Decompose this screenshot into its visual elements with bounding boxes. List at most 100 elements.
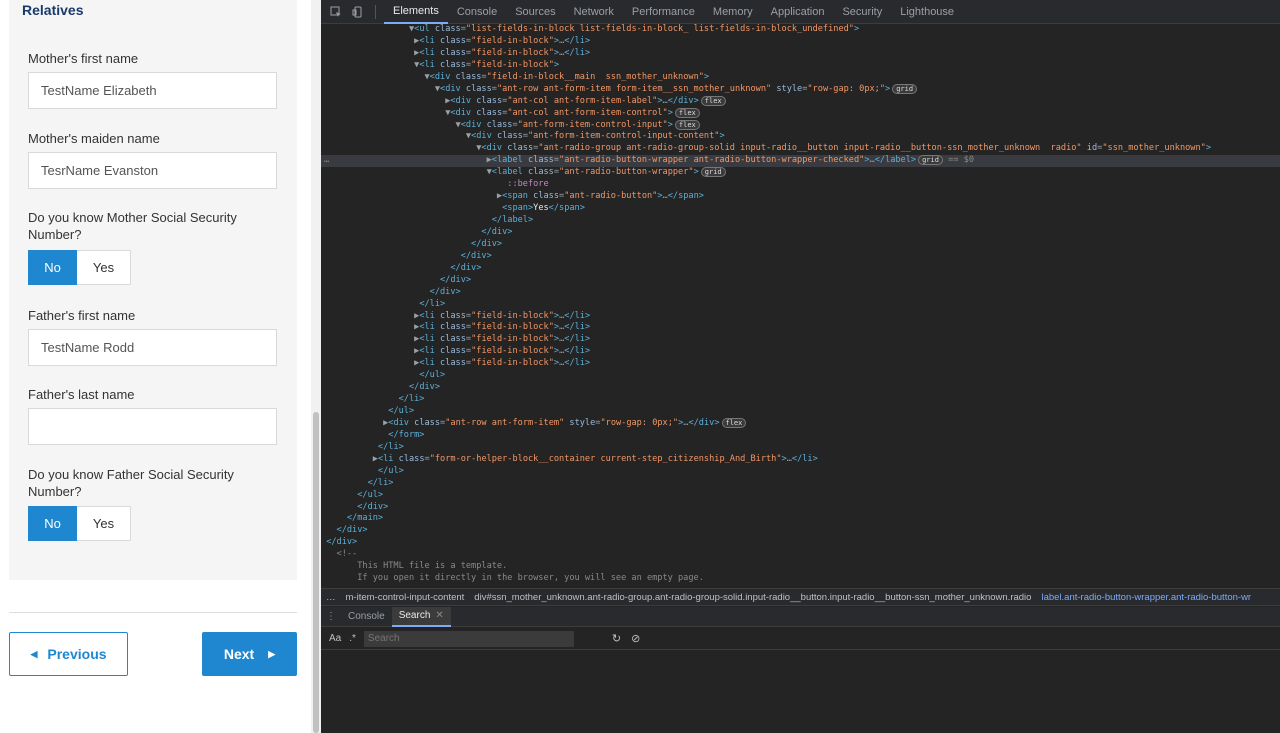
dom-comment[interactable]: If you open it directly in the browser, …	[321, 573, 1280, 585]
tab-memory[interactable]: Memory	[704, 0, 762, 24]
dom-node[interactable]: ▼<div class="ant-form-item-control-input…	[321, 131, 1280, 143]
regex-toggle[interactable]: .*	[349, 633, 356, 644]
dom-node[interactable]: ::before	[321, 179, 1280, 191]
dom-node[interactable]: </div>	[321, 251, 1280, 263]
dom-node[interactable]: ▼<label class="ant-radio-button-wrapper"…	[321, 167, 1280, 179]
match-case-toggle[interactable]: Aa	[329, 633, 341, 644]
father-first-name-input[interactable]: TestName Rodd	[28, 329, 277, 366]
tab-performance[interactable]: Performance	[623, 0, 704, 24]
app-scrollbar-thumb[interactable]	[313, 412, 319, 733]
next-button[interactable]: Next ▶	[202, 632, 297, 676]
father-last-name-label: Father's last name	[28, 387, 135, 402]
mother-first-name-input[interactable]: TestName Elizabeth	[28, 72, 277, 109]
tab-network[interactable]: Network	[565, 0, 623, 24]
drawer-tab-console[interactable]: Console	[341, 607, 392, 627]
mother-ssn-radio-group: No Yes	[28, 250, 131, 285]
dom-node[interactable]: ▶<li class="field-in-block">…</li>	[321, 36, 1280, 48]
previous-button[interactable]: ◀ Previous	[9, 632, 128, 676]
dom-node[interactable]: ▶<li class="field-in-block">…</li>	[321, 346, 1280, 358]
dom-node[interactable]: ▶<li class="field-in-block">…</li>	[321, 48, 1280, 60]
dom-node[interactable]: </div>	[321, 382, 1280, 394]
dom-comment[interactable]: This HTML file is a template.	[321, 561, 1280, 573]
dom-node[interactable]: </div>	[321, 263, 1280, 275]
dom-node[interactable]: </div>	[321, 239, 1280, 251]
dom-node[interactable]: </div>	[321, 287, 1280, 299]
more-options-icon[interactable]: ⋮	[321, 611, 341, 622]
breadcrumb-item[interactable]: div#ssn_mother_unknown.ant-radio-group.a…	[469, 592, 1036, 603]
father-ssn-no-button[interactable]: No	[28, 506, 77, 541]
dom-node[interactable]: ▼<div class="field-in-block__main ssn_mo…	[321, 72, 1280, 84]
dom-node[interactable]: </ul>	[321, 370, 1280, 382]
dom-node[interactable]: </main>	[321, 513, 1280, 525]
dom-node[interactable]: ▶<li class="form-or-helper-block__contai…	[321, 454, 1280, 466]
search-input[interactable]	[363, 630, 574, 647]
dom-node[interactable]: ▼<div class="ant-col ant-form-item-contr…	[321, 107, 1280, 120]
breadcrumb-item-selected[interactable]: label.ant-radio-button-wrapper.ant-radio…	[1036, 592, 1256, 603]
mother-maiden-name-label: Mother's maiden name	[28, 131, 160, 146]
dom-node[interactable]: </li>	[321, 394, 1280, 406]
tab-security[interactable]: Security	[833, 0, 891, 24]
dom-node[interactable]: </label>	[321, 215, 1280, 227]
dom-node[interactable]: ▼<ul class="list-fields-in-block list-fi…	[321, 24, 1280, 36]
dom-node[interactable]: </div>	[321, 275, 1280, 287]
dom-node[interactable]: </div>	[321, 227, 1280, 239]
father-ssn-yes-button[interactable]: Yes	[77, 506, 131, 541]
dom-node[interactable]: ▶<div class="ant-col ant-form-item-label…	[321, 95, 1280, 108]
dom-node[interactable]: ▶<li class="field-in-block">…</li>	[321, 334, 1280, 346]
dom-tree[interactable]: ▼<ul class="list-fields-in-block list-fi…	[321, 24, 1280, 588]
previous-button-label: Previous	[47, 646, 107, 662]
mother-ssn-no-button[interactable]: No	[28, 250, 77, 285]
refresh-icon[interactable]: ↻	[612, 632, 621, 645]
mother-ssn-question: Do you know Mother Social Security Numbe…	[28, 210, 237, 242]
dom-node[interactable]: ▶<div class="ant-row ant-form-item" styl…	[321, 417, 1280, 430]
dom-node[interactable]: ▼<li class="field-in-block">	[321, 60, 1280, 72]
dom-node[interactable]: </ul>	[321, 406, 1280, 418]
device-toggle-icon[interactable]	[351, 5, 365, 19]
dom-node[interactable]: ▶<li class="field-in-block">…</li>	[321, 311, 1280, 323]
clear-icon[interactable]: ⊘	[631, 632, 640, 645]
father-last-name-input[interactable]	[28, 408, 277, 445]
tab-console[interactable]: Console	[448, 0, 506, 24]
section-title: Relatives	[22, 2, 84, 18]
dom-node[interactable]: </ul>	[321, 466, 1280, 478]
tab-application[interactable]: Application	[762, 0, 834, 24]
father-ssn-radio-group: No Yes	[28, 506, 131, 541]
dom-node[interactable]: ▶<span class="ant-radio-button">…</span>	[321, 191, 1280, 203]
dom-node-selected[interactable]: … ▶<label class="ant-radio-button-wrappe…	[321, 155, 1280, 168]
chevron-left-icon: ◀	[30, 648, 38, 659]
tab-sources[interactable]: Sources	[506, 0, 564, 24]
dom-node[interactable]: </ul>	[321, 490, 1280, 502]
close-icon[interactable]: ✕	[435, 610, 443, 621]
breadcrumb-overflow[interactable]: …	[321, 592, 341, 603]
dom-node[interactable]: ▼<div class="ant-row ant-form-item form-…	[321, 83, 1280, 96]
dom-node[interactable]: </li>	[321, 442, 1280, 454]
selected-node-marker: == $0	[948, 155, 975, 166]
breadcrumb-item[interactable]: m-item-control-input-content	[341, 592, 470, 603]
dom-node[interactable]: ▼<div class="ant-radio-group ant-radio-g…	[321, 143, 1280, 155]
dom-node[interactable]: </div>	[321, 537, 1280, 549]
devtools-panel: Elements Console Sources Network Perform…	[321, 0, 1280, 733]
drawer-tab-search[interactable]: Search ✕	[391, 606, 451, 627]
dom-node[interactable]: ▶<li class="field-in-block">…</li>	[321, 358, 1280, 370]
dom-node[interactable]: </li>	[321, 478, 1280, 490]
mother-maiden-name-input[interactable]: TesrName Evanston	[28, 152, 277, 189]
dom-node[interactable]: <!--	[321, 549, 1280, 561]
divider	[9, 612, 297, 613]
drawer-tab-search-label: Search	[398, 610, 431, 621]
dom-node[interactable]: </form>	[321, 430, 1280, 442]
tab-lighthouse[interactable]: Lighthouse	[891, 0, 963, 24]
mother-first-name-label: Mother's first name	[28, 51, 139, 66]
dom-node[interactable]: </div>	[321, 525, 1280, 537]
dom-node[interactable]: <span>Yes</span>	[321, 203, 1280, 215]
app-scrollbar[interactable]	[311, 0, 321, 733]
mother-ssn-yes-button[interactable]: Yes	[77, 250, 131, 285]
dom-node[interactable]: </li>	[321, 299, 1280, 311]
dom-node[interactable]: </div>	[321, 502, 1280, 514]
dom-node[interactable]: ▼<div class="ant-form-item-control-input…	[321, 119, 1280, 132]
search-bar: Aa .* ↻ ⊘	[321, 628, 1280, 650]
dom-node[interactable]: ▶<li class="field-in-block">…</li>	[321, 322, 1280, 334]
next-button-label: Next	[223, 646, 255, 662]
father-ssn-question: Do you know Father Social Security Numbe…	[28, 467, 234, 499]
inspect-element-icon[interactable]	[329, 5, 343, 19]
tab-elements[interactable]: Elements	[384, 0, 448, 24]
